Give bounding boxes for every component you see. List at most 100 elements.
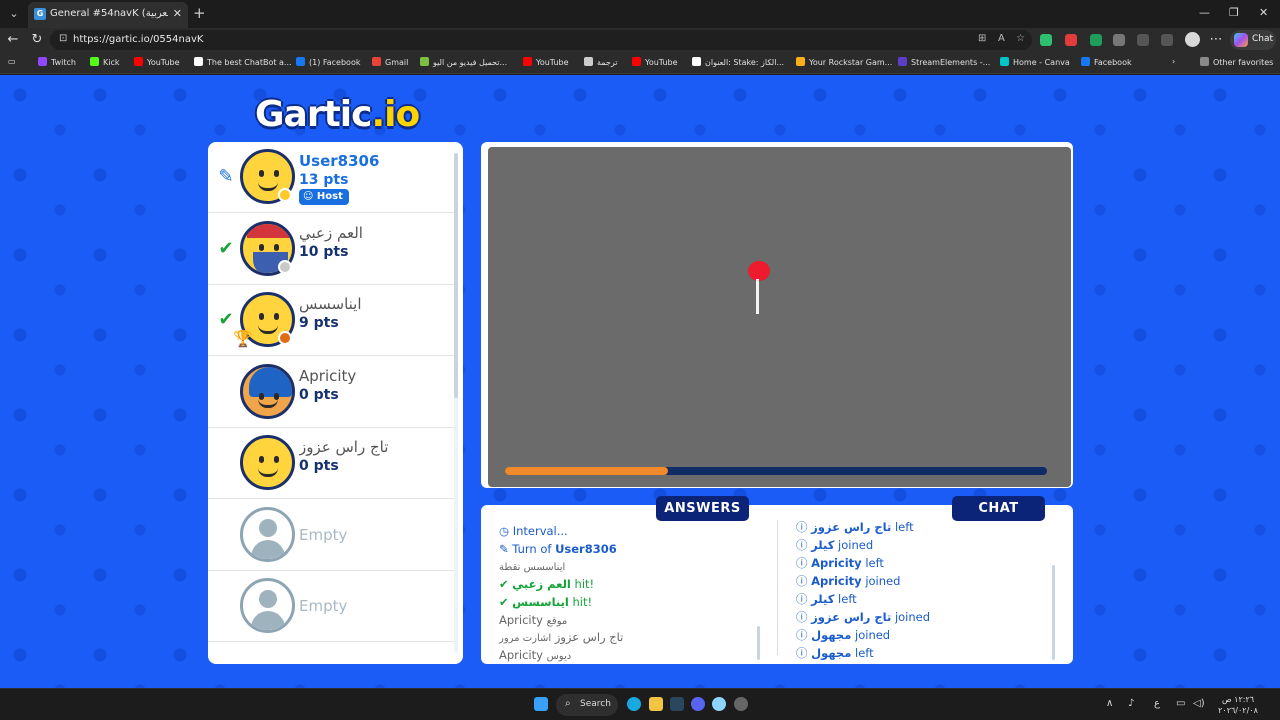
bookmark-item[interactable]: YouTube [632, 57, 678, 69]
favorite-star-icon[interactable]: ☆ [1016, 33, 1025, 44]
browser-window: ⌄ G General #54navK (العربية) - Gartic.i… [0, 0, 1280, 720]
bookmark-item[interactable]: StreamElements -... [898, 57, 990, 69]
bookmark-item[interactable]: YouTube [134, 57, 180, 69]
player-row[interactable]: ✔ 🏆 ايناسسس 9 pts [208, 285, 454, 356]
bookmark-favicon-icon [38, 57, 47, 66]
chat-message: ⓘ كيلر left [796, 592, 857, 606]
chat-scrollbar[interactable] [1052, 565, 1055, 660]
empty-avatar [240, 578, 295, 633]
gartic-page: Gartic.io ✎ User8306 13 pts ☺ Host ✔ العم زعب… [0, 75, 1280, 688]
extension-gray-icon[interactable] [1113, 34, 1125, 46]
player-row[interactable]: تاج راس عزوز 0 pts [208, 428, 454, 499]
player-name: Empty [299, 597, 348, 615]
windows-taskbar: ⌕ Search ∧ ♪ ع ▭ ◁) ١٢:٢٦ ص ٢٠٢٦/٠٢/٠٨ [0, 688, 1280, 720]
microphone-icon[interactable]: ♪ [1128, 698, 1134, 709]
bookmark-item[interactable]: Facebook [1081, 57, 1132, 69]
drawing-canvas[interactable] [488, 147, 1071, 487]
taskbar-search[interactable]: ⌕ Search [556, 694, 618, 716]
minimize-icon[interactable]: — [1199, 6, 1210, 19]
extension-shield-icon[interactable] [1040, 34, 1052, 46]
favorites-icon[interactable] [1161, 34, 1173, 46]
app-icon[interactable] [712, 697, 726, 711]
file-explorer-icon[interactable] [649, 697, 663, 711]
bookmark-item[interactable]: The best ChatBot a... [194, 57, 292, 69]
answers-scrollbar[interactable] [757, 626, 760, 660]
bookmark-item[interactable]: Home - Canva [1000, 57, 1070, 69]
bookmark-item[interactable]: YouTube [523, 57, 569, 69]
gartic-logo[interactable]: Gartic.io [255, 94, 420, 138]
back-icon[interactable]: ← [5, 32, 21, 48]
chat-message: ⓘ كيلر joined [796, 538, 874, 552]
extension-green-icon[interactable] [1090, 34, 1102, 46]
bookmark-item[interactable]: Twitch [38, 57, 76, 69]
info-icon: ⓘ [796, 556, 812, 570]
site-info-icon[interactable]: ⊡ [59, 33, 67, 44]
extensions-puzzle-icon[interactable] [1137, 34, 1149, 46]
system-clock[interactable]: ١٢:٢٦ ص ٢٠٢٦/٠٢/٠٨ [1212, 694, 1264, 716]
bookmark-item[interactable]: ترجمة [584, 57, 618, 69]
tab-close-icon[interactable]: ✕ [173, 7, 182, 20]
bookmark-item[interactable]: Kick [90, 57, 120, 69]
steam-icon[interactable] [670, 697, 684, 711]
app-available-icon[interactable]: ⊞ [978, 33, 986, 44]
bookmark-item[interactable]: تحميل فيديو من اليو... [420, 57, 507, 69]
bookmark-favicon-icon [420, 57, 429, 66]
browser-tab-gartic[interactable]: G General #54navK (العربية) - Gartic.io … [28, 2, 188, 28]
network-icon[interactable]: ▭ [1176, 698, 1185, 709]
bookmark-item[interactable]: العنوان: Stake: الكاز... [692, 57, 784, 69]
player-row[interactable]: ✔ العم زعبي 10 pts [208, 214, 454, 285]
bookmark-label: Twitch [51, 58, 76, 67]
bookmark-favicon-icon [632, 57, 641, 66]
close-window-icon[interactable]: ✕ [1259, 6, 1268, 19]
answer-message: تاج راس عزوز اشارت مرور [499, 630, 624, 645]
new-tab-icon[interactable]: + [193, 4, 206, 22]
bookmark-label: YouTube [536, 58, 569, 67]
bookmark-item[interactable]: Your Rockstar Gam... [796, 57, 892, 69]
player-row[interactable]: ✎ User8306 13 pts ☺ Host [208, 142, 454, 213]
pencil-icon: ✎ [499, 541, 513, 556]
input-language[interactable]: ع [1154, 698, 1160, 709]
edge-browser-icon[interactable] [627, 697, 641, 711]
copilot-chat-button[interactable]: Chat [1230, 30, 1276, 50]
info-icon: ⓘ [796, 520, 812, 534]
bookmark-favicon-icon [692, 57, 701, 66]
bookmark-label: تحميل فيديو من اليو... [433, 58, 508, 67]
read-aloud-icon[interactable]: A [998, 33, 1005, 44]
maximize-icon[interactable]: ❐ [1229, 6, 1239, 19]
refresh-icon[interactable]: ↻ [29, 32, 45, 48]
other-favorites[interactable]: Other favorites [1200, 57, 1273, 69]
bookmark-favicon-icon [372, 57, 381, 66]
trophy-icon: 🏆 [233, 329, 253, 348]
more-options-icon[interactable]: ⋯ [1208, 32, 1224, 48]
bookmark-label: العنوان: Stake: الكاز... [705, 58, 785, 67]
chat-tab[interactable]: CHAT [952, 496, 1045, 521]
check-icon: ✔ [499, 594, 513, 609]
bookmark-favicon-icon [584, 57, 593, 66]
player-row[interactable]: Apricity 0 pts [208, 357, 454, 428]
player-slot-empty[interactable]: Empty [208, 500, 454, 571]
profile-avatar[interactable] [1185, 32, 1200, 47]
address-bar[interactable]: ⊡ https://gartic.io/0554navK ⊞ A ☆ [50, 30, 1032, 50]
tab-actions-menu-icon[interactable]: ⌄ [6, 6, 22, 22]
show-hidden-icons-icon[interactable]: ∧ [1106, 698, 1113, 709]
extension-red-icon[interactable] [1065, 34, 1077, 46]
bookmark-label: YouTube [147, 58, 180, 67]
player-name: User8306 [299, 152, 380, 170]
bookmarks-menu-icon[interactable]: ▭ [8, 57, 16, 69]
app-gray-icon[interactable] [734, 697, 748, 711]
bookmark-item[interactable]: (1) Facebook [296, 57, 360, 69]
url-text: https://gartic.io/0554navK [73, 34, 204, 45]
chat-message: ⓘ مجهول left [796, 646, 874, 660]
player-slot-empty[interactable]: Empty [208, 571, 454, 642]
chat-message: ⓘ تاج راس عزوز joined [796, 610, 931, 624]
bookmark-item[interactable]: Gmail [372, 57, 408, 69]
bookmark-label: (1) Facebook [309, 58, 361, 67]
volume-icon[interactable]: ◁) [1193, 698, 1205, 709]
answers-tab[interactable]: ANSWERS [656, 496, 749, 521]
drawing-pin-head [748, 261, 770, 281]
bookmarks-overflow-icon[interactable]: › [1172, 57, 1175, 69]
discord-icon[interactable] [691, 697, 705, 711]
start-menu-icon[interactable] [534, 697, 548, 711]
players-scrollbar-thumb[interactable] [454, 153, 458, 398]
bookmark-label: Home - Canva [1013, 58, 1070, 67]
